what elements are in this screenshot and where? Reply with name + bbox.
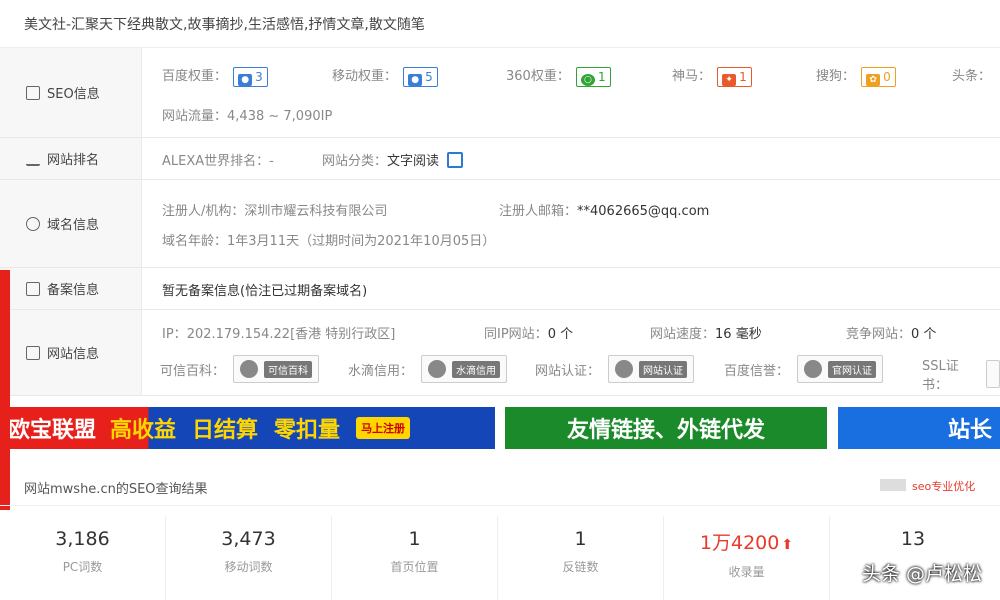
domain-row: 域名信息 注册人/机构：深圳市耀云科技有限公司 注册人邮箱：**4062665@… [0, 180, 1000, 268]
domain-age: 域名年龄：1年3月11天（过期时间为2021年10月05日） [162, 234, 496, 249]
trust-baidu[interactable]: 百度信誉： 官网认证 [724, 355, 884, 383]
rank-label-cell: 网站排名 [0, 138, 142, 179]
trust-shuidi[interactable]: 水滴信用： 水滴信用 [348, 355, 508, 383]
stat-pc-keywords[interactable]: 3,186 PC词数 [0, 516, 166, 600]
seo-optimize-link[interactable]: seo专业优化 [880, 478, 975, 494]
icp-label-cell: 备案信息 [0, 268, 142, 309]
window-icon [26, 345, 40, 360]
registrant-email: 注册人邮箱：**4062665@qq.com [499, 204, 710, 219]
site-info-label-cell: 网站信息 [0, 310, 142, 395]
watermark: 头条 @卢松松 [861, 563, 982, 585]
baidu-cert-badge[interactable]: 官网认证 [797, 355, 884, 383]
stat-mobile-keywords[interactable]: 3,473 移动词数 [166, 516, 332, 600]
seo-stats: 3,186 PC词数 3,473 移动词数 1 首页位置 1 反链数 1万4200 ⬆ 收… [0, 516, 1000, 600]
trust-kexin[interactable]: 可信百科： 可信百科 [160, 355, 320, 383]
seo-info-label-cell: SEO信息 [0, 48, 142, 137]
rank-label: 网站排名 [47, 153, 100, 168]
site-cert-badge[interactable]: 网站认证 [608, 355, 695, 383]
site-speed: 网站速度：16 毫秒 [650, 327, 762, 342]
seo-icon [26, 85, 40, 100]
competitor-sites[interactable]: 竞争网站：0 个 [846, 323, 936, 342]
icp-label: 备案信息 [47, 283, 100, 298]
toutiao-weight[interactable]: 头条： [952, 65, 991, 84]
water-drop-icon [428, 360, 447, 378]
kexin-icon [240, 360, 259, 378]
so360-weight[interactable]: 360权重： ○ 1 [506, 65, 611, 87]
seo-info-row: SEO信息 百度权重： ● 3 移动权重： ● 5 360权重： ○ 1 神马： ✦ 1 [0, 48, 1000, 138]
shenma-weight[interactable]: 神马： ✦ 1 [672, 65, 752, 87]
mobile-paw-icon: ● [408, 73, 423, 86]
mobile-weight[interactable]: 移动权重： ● 5 [332, 65, 438, 87]
ad-banner-links[interactable]: 友情链接、外链代发 [505, 407, 827, 449]
sogou-weight[interactable]: 搜狗： ✿ 0 [816, 65, 896, 87]
site-category: 网站分类：文字阅读 [322, 150, 464, 169]
traffic-line: 网站流量：4,438 ~ 7,090IP [162, 109, 333, 124]
check-icon [615, 360, 634, 378]
baidu-paw-icon: ● [238, 73, 253, 86]
trust-site-cert[interactable]: 网站认证： 网站认证 [535, 355, 695, 383]
seo-result-header: 网站mwshe.cn的SEO查询结果 seo专业优化 [0, 470, 1000, 506]
document-icon [26, 281, 40, 296]
ssl-badge[interactable] [985, 360, 1000, 388]
sogou-weight-badge[interactable]: ✿ 0 [861, 66, 896, 87]
icp-row: 备案信息 暂无备案信息(恰注已过期备案域名) [0, 268, 1000, 310]
seo-icon-small [880, 479, 906, 491]
registrant: 注册人/机构：深圳市耀云科技有限公司 [162, 204, 388, 219]
stat-indexed[interactable]: 1万4200 ⬆ 收录量 [664, 516, 830, 600]
ad-banners: 欧宝联盟 高收益 日结算 零扣量 马上注册 友情链接、外链代发 站长 [0, 407, 1000, 449]
alexa-rank: ALEXA世界排名：- [162, 154, 274, 169]
baidu-weight[interactable]: 百度权重： ● 3 [162, 65, 268, 87]
paw-icon [804, 360, 823, 378]
stat-backlinks[interactable]: 1 反链数 [498, 516, 664, 600]
so360-weight-badge[interactable]: ○ 1 [575, 66, 611, 87]
rank-row: 网站排名 ALEXA世界排名：- 网站分类：文字阅读 [0, 138, 1000, 180]
stat-homepage-position[interactable]: 1 首页位置 [332, 516, 498, 600]
up-arrow-icon: ⬆ [781, 537, 794, 553]
so360-icon: ○ [580, 73, 595, 86]
site-info-row: 网站信息 IP：202.179.154.22[香港 特别行政区] 同IP网站：0… [0, 310, 1000, 396]
seo-info-label: SEO信息 [47, 87, 100, 102]
register-button[interactable]: 马上注册 [356, 417, 411, 439]
traffic-value: 4,438 ~ 7,090IP [227, 109, 333, 124]
globe-icon [26, 216, 40, 231]
shenma-icon: ✦ [722, 73, 737, 86]
bar-chart-icon [26, 152, 40, 166]
mobile-weight-badge[interactable]: ● 5 [403, 66, 438, 87]
ad-banner-oubao[interactable]: 欧宝联盟 高收益 日结算 零扣量 马上注册 [0, 407, 495, 449]
ad-banner-webmaster[interactable]: 站长 [838, 407, 1000, 449]
page-title: 美文社-汇聚天下经典散文,故事摘抄,生活感悟,抒情文章,散文随笔 [0, 0, 1000, 48]
domain-label-cell: 域名信息 [0, 180, 142, 267]
stat-extra[interactable]: 13 [830, 516, 996, 600]
sogou-icon: ✿ [866, 73, 881, 86]
kexin-badge[interactable]: 可信百科 [233, 355, 320, 383]
same-ip-sites[interactable]: 同IP网站：0 个 [484, 323, 573, 342]
shenma-weight-badge[interactable]: ✦ 1 [717, 66, 752, 87]
icp-value: 暂无备案信息(恰注已过期备案域名) [162, 284, 368, 299]
domain-label: 域名信息 [47, 218, 100, 233]
shuidi-badge[interactable]: 水滴信用 [421, 355, 508, 383]
trust-ssl[interactable]: SSL证书： [922, 355, 1000, 393]
seo-result-title: 网站mwshe.cn的SEO查询结果 [24, 482, 208, 497]
site-info-label: 网站信息 [47, 347, 100, 362]
ip-info: IP：202.179.154.22[香港 特别行政区] [162, 327, 396, 342]
edit-icon[interactable] [447, 152, 464, 168]
baidu-weight-badge[interactable]: ● 3 [233, 66, 268, 87]
